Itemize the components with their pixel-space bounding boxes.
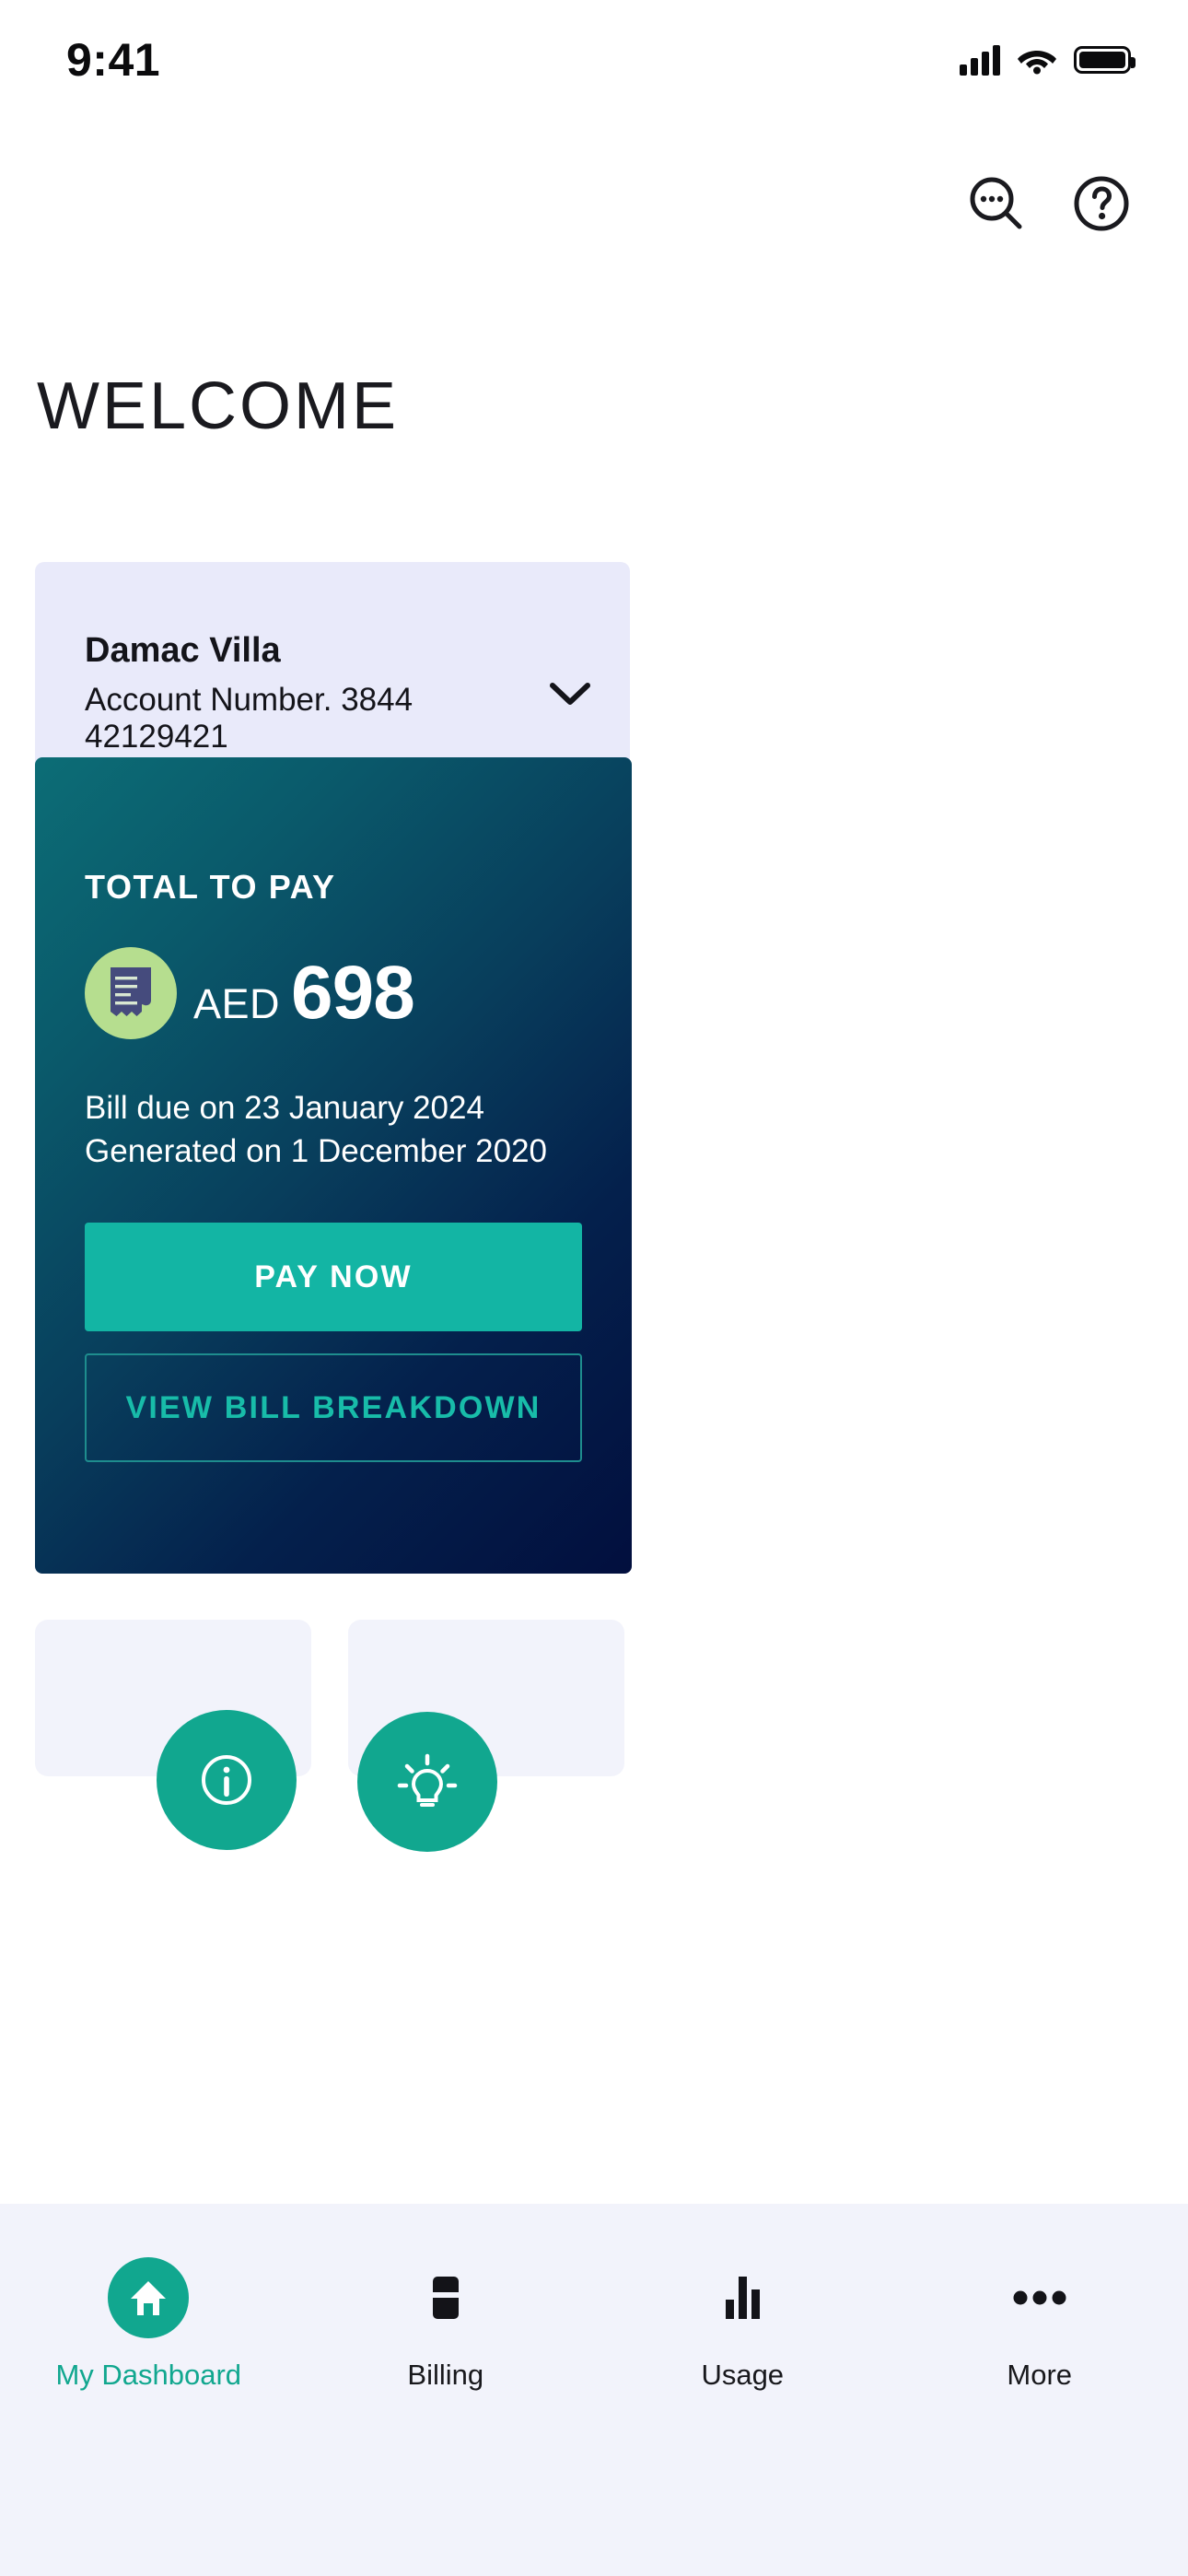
receipt-icon [111, 967, 151, 1016]
receipt-badge [85, 947, 177, 1039]
chevron-down-icon [549, 682, 590, 705]
quick-action-cards [35, 1620, 1153, 1852]
wifi-icon [1018, 51, 1056, 75]
info-icon [202, 1755, 251, 1805]
ellipsis-icon [999, 2257, 1080, 2338]
total-to-pay-label: TOTAL TO PAY [85, 868, 336, 906]
bill-due-date: Bill due on 23 January 2024 [85, 1090, 484, 1126]
account-info: Damac Villa Account Number. 3844 4212942… [85, 631, 547, 755]
search-icon [970, 177, 1022, 229]
status-indicators [960, 44, 1136, 76]
info-fab[interactable] [157, 1710, 297, 1850]
view-bill-breakdown-button[interactable]: VIEW BILL BREAKDOWN [85, 1353, 582, 1463]
amount-value: 698 [291, 951, 415, 1035]
tips-fab[interactable] [357, 1712, 497, 1852]
amount-text: AED 698 [193, 950, 415, 1036]
cellular-signal-icon [960, 44, 1000, 76]
header-actions [963, 170, 1135, 237]
currency-label: AED [193, 980, 281, 1027]
credit-card-icon [405, 2257, 486, 2338]
nav-item-my-dashboard[interactable]: My Dashboard [0, 2257, 297, 2392]
status-bar: 9:41 [0, 0, 1188, 120]
account-expand-button[interactable] [547, 670, 593, 718]
nav-label-billing: Billing [407, 2359, 484, 2391]
account-number: Account Number. 3844 42129421 [85, 682, 413, 755]
battery-full-icon [1074, 46, 1136, 74]
nav-item-billing[interactable]: Billing [297, 2257, 595, 2392]
scroll-fade [0, 2176, 1188, 2204]
bill-dates: Bill due on 23 January 2024 Generated on… [85, 1087, 582, 1173]
nav-label-my-dashboard: My Dashboard [55, 2359, 242, 2391]
amount-row: AED 698 [85, 947, 582, 1039]
help-button[interactable] [1068, 170, 1135, 237]
help-circle-icon [1074, 176, 1129, 231]
nav-label-usage: Usage [701, 2359, 785, 2391]
home-icon [108, 2257, 190, 2338]
nav-label-more: More [1007, 2359, 1073, 2391]
page-title: WELCOME [37, 369, 400, 443]
status-time: 9:41 [66, 34, 161, 86]
pay-now-button[interactable]: PAY NOW [85, 1223, 582, 1332]
nav-item-more[interactable]: More [891, 2257, 1188, 2392]
bill-generated-date: Generated on 1 December 2020 [85, 1132, 547, 1169]
bar-chart-icon [702, 2257, 783, 2338]
total-to-pay-card: TOTAL TO PAY AED 698 Bill due on 23 Janu… [35, 757, 632, 1574]
lightbulb-icon [397, 1753, 458, 1807]
nav-item-usage[interactable]: Usage [594, 2257, 891, 2392]
search-button[interactable] [963, 170, 1030, 237]
bottom-navigation: My Dashboard Billing Usage More [0, 2204, 1188, 2576]
account-name: Damac Villa [85, 631, 281, 670]
